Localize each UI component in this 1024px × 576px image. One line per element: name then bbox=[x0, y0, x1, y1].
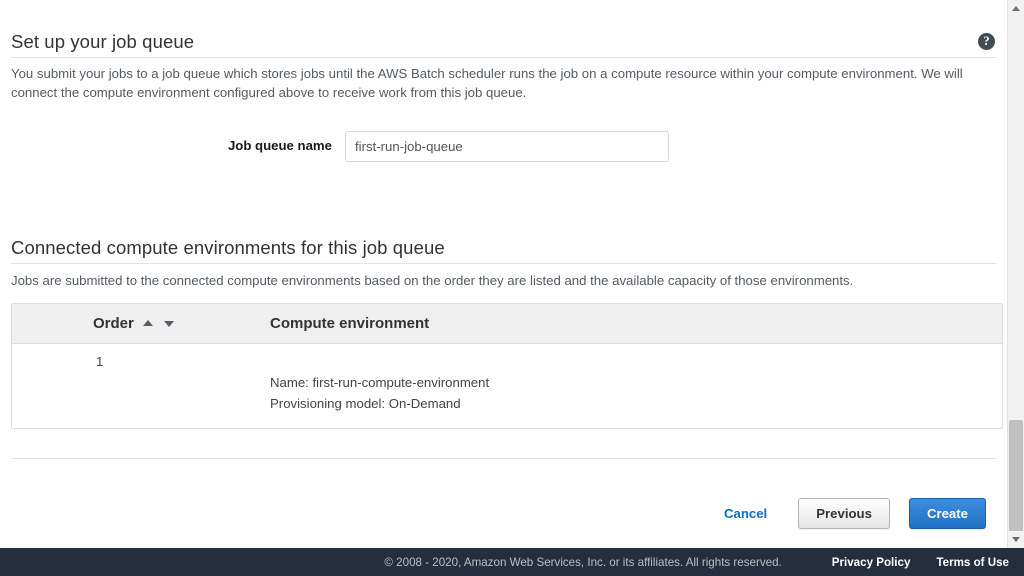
chevron-down-icon bbox=[1012, 537, 1020, 542]
connected-environments-description: Jobs are submitted to the connected comp… bbox=[11, 273, 854, 288]
column-header-order[interactable]: Order bbox=[12, 315, 257, 332]
terms-of-use-link[interactable]: Terms of Use bbox=[936, 556, 1009, 569]
section-divider bbox=[11, 263, 996, 264]
compute-environment-provisioning-model: Provisioning model: On-Demand bbox=[270, 396, 461, 411]
column-header-order-label: Order bbox=[93, 315, 134, 332]
table-row[interactable]: 1 Name: first-run-compute-environment Pr… bbox=[12, 344, 1002, 428]
job-queue-name-input[interactable] bbox=[345, 131, 669, 162]
cell-compute-environment: Name: first-run-compute-environment Prov… bbox=[257, 353, 1002, 414]
copyright-text: © 2008 - 2020, Amazon Web Services, Inc.… bbox=[384, 555, 782, 569]
page-footer: © 2008 - 2020, Amazon Web Services, Inc.… bbox=[0, 548, 1024, 576]
cancel-button[interactable]: Cancel bbox=[724, 506, 767, 521]
scroll-up-button[interactable] bbox=[1008, 0, 1024, 17]
aws-batch-job-queue-page: Set up your job queue ? You submit your … bbox=[0, 0, 1024, 576]
sort-descending-icon[interactable] bbox=[163, 321, 174, 327]
job-queue-name-label: Job queue name bbox=[227, 138, 332, 153]
job-queue-name-row: Job queue name bbox=[0, 131, 1007, 163]
chevron-up-icon bbox=[1012, 6, 1020, 11]
page-content: Set up your job queue ? You submit your … bbox=[0, 0, 1007, 548]
job-queue-description: You submit your jobs to a job queue whic… bbox=[11, 66, 963, 100]
vertical-scrollbar[interactable] bbox=[1007, 0, 1024, 555]
compute-environments-table: Order Compute environment 1 Name: first-… bbox=[11, 303, 1003, 429]
create-button[interactable]: Create bbox=[908, 498, 986, 529]
compute-environment-name: Name: first-run-compute-environment bbox=[270, 375, 490, 390]
actions-divider bbox=[11, 458, 996, 459]
cell-order: 1 bbox=[96, 354, 104, 369]
sort-ascending-icon[interactable] bbox=[142, 320, 153, 326]
table-header-row: Order Compute environment bbox=[12, 304, 1002, 344]
heading-divider bbox=[11, 57, 996, 58]
help-circle-icon[interactable]: ? bbox=[978, 33, 995, 50]
previous-button[interactable]: Previous bbox=[798, 498, 890, 529]
scroll-down-button[interactable] bbox=[1008, 531, 1024, 548]
column-header-compute-environment[interactable]: Compute environment bbox=[257, 315, 1002, 332]
privacy-policy-link[interactable]: Privacy Policy bbox=[832, 556, 911, 569]
action-bar: Cancel Previous Create bbox=[724, 498, 986, 529]
